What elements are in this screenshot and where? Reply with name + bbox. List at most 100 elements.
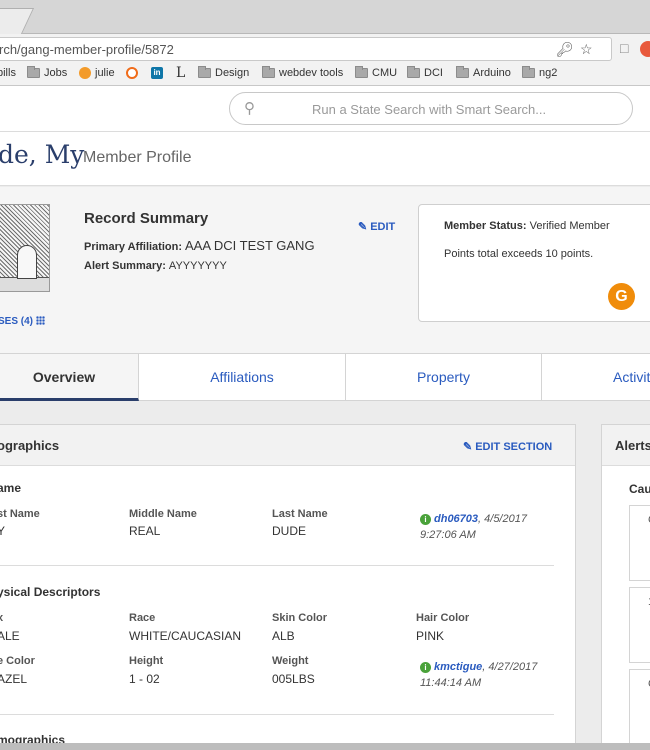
first-name-label: st Name: [0, 508, 40, 520]
folder-icon: [262, 66, 275, 78]
grid-icon: [36, 316, 46, 325]
height-value: 1 - 02: [129, 672, 160, 686]
name-audit-info: i dh06703, 4/5/2017 9:27:06 AM: [420, 513, 527, 541]
bookmark-orange[interactable]: [126, 67, 142, 79]
search-placeholder: Run a State Search with Smart Search...: [312, 102, 547, 117]
window-bottom-edge: [0, 743, 650, 750]
member-photo[interactable]: [0, 204, 50, 292]
weight-label: Weight: [272, 655, 309, 667]
alerts-header: Alerts: [602, 425, 650, 466]
bookmark-webdev-tools[interactable]: webdev tools: [262, 66, 343, 79]
bookmark-dci[interactable]: DCI: [407, 66, 443, 79]
page-subtitle: Member Profile: [83, 149, 192, 166]
middle-name-label: Middle Name: [129, 508, 197, 520]
folder-icon: [27, 66, 40, 78]
search-icon: ⚲: [244, 100, 255, 117]
tombstone-image: [17, 245, 37, 279]
tab-affiliations[interactable]: Affiliations: [139, 354, 346, 401]
linkedin-icon: in: [151, 67, 163, 79]
key-icon[interactable]: 🔑︎: [556, 41, 574, 58]
height-label: Height: [129, 655, 164, 667]
edit-summary-button[interactable]: ✎ EDIT: [358, 220, 395, 233]
orange-site-icon: [126, 67, 138, 79]
sex-label: x: [0, 612, 4, 624]
member-status: Member Status: Verified Member: [444, 220, 610, 232]
physical-descriptors-heading: ysical Descriptors: [0, 585, 101, 599]
last-name-label: Last Name: [272, 508, 328, 520]
member-name: de, My: [0, 140, 85, 169]
demographics-panel: ographics ✎ EDIT SECTION ame st Name Y Mi…: [0, 424, 576, 750]
middle-name-value: REAL: [129, 524, 161, 538]
weight-value: 005LBS: [272, 672, 315, 686]
bookmark-ng2[interactable]: ng2: [522, 66, 557, 79]
info-icon: i: [420, 514, 431, 525]
folder-icon: [522, 66, 535, 78]
hair-color-value: PINK: [416, 629, 445, 643]
alert-card[interactable]: 1: [629, 587, 650, 663]
extension-icon[interactable]: [640, 41, 650, 57]
smart-search-input[interactable]: ⚲ Run a State Search with Smart Search..…: [229, 92, 633, 125]
address-bar[interactable]: rch/gang-member-profile/5872 🔑︎ ☆: [0, 37, 612, 61]
hair-color-label: Hair Color: [416, 612, 470, 624]
folder-icon: [198, 66, 211, 78]
points-text: Points total exceeds 10 points.: [444, 248, 594, 260]
caution-heading: Cau: [629, 482, 650, 496]
record-summary-title: Record Summary: [84, 210, 209, 227]
gang-badge-icon: G: [608, 283, 635, 310]
bookmark-bills[interactable]: bills: [0, 67, 16, 79]
section-divider: [0, 565, 554, 566]
alert-card[interactable]: C: [629, 505, 650, 581]
bookmark-arduino[interactable]: Arduino: [456, 66, 511, 79]
eye-color-value: AZEL: [0, 672, 28, 686]
alert-summary: Alert Summary: AYYYYYYY: [84, 260, 227, 272]
record-summary-area: SES (4) Record Summary Primary Affiliati…: [0, 187, 650, 353]
images-link[interactable]: SES (4): [0, 316, 46, 327]
bookmark-julie[interactable]: julie: [79, 67, 115, 79]
app-header: ⚲ Run a State Search with Smart Search..…: [0, 86, 650, 132]
bookmark-star-icon[interactable]: ☆: [580, 41, 593, 58]
bookmark-l[interactable]: L: [176, 65, 185, 81]
bookmark-jobs[interactable]: Jobs: [27, 66, 67, 79]
info-icon: i: [420, 662, 431, 673]
browser-tab[interactable]: [0, 8, 35, 34]
folder-icon: [456, 66, 469, 78]
last-name-value: DUDE: [272, 524, 307, 538]
alerts-panel: Alerts Cau C 1 C: [601, 424, 650, 750]
bookmark-cmu[interactable]: CMU: [355, 66, 397, 79]
name-section-heading: ame: [0, 481, 22, 495]
race-value: WHITE/CAUCASIAN: [129, 629, 242, 643]
race-label: Race: [129, 612, 156, 624]
first-name-value: Y: [0, 524, 6, 538]
physical-audit-info: i kmctigue, 4/27/2017 11:44:14 AM: [420, 661, 538, 689]
tab-overview[interactable]: Overview: [0, 354, 139, 401]
skin-color-value: ALB: [272, 629, 295, 643]
primary-affiliation: Primary Affiliation: AAA DCI TEST GANG: [84, 238, 315, 253]
bookmark-linkedin[interactable]: in: [151, 67, 163, 79]
tab-property[interactable]: Property: [346, 354, 542, 401]
tab-activity[interactable]: Activit: [542, 354, 650, 401]
pencil-icon: ✎: [463, 441, 473, 453]
page-title-bar: de, My Member Profile: [0, 132, 650, 186]
bookmarks-bar: bills Jobs julie in L Design webdev tool…: [0, 64, 650, 86]
skin-color-label: Skin Color: [272, 612, 328, 624]
url-text: rch/gang-member-profile/5872: [0, 42, 174, 57]
julie-icon: [79, 67, 91, 79]
member-status-card: Member Status: Verified Member Points to…: [418, 204, 650, 322]
audit-user-link[interactable]: dh06703: [434, 513, 478, 525]
sex-value: ALE: [0, 629, 20, 643]
edit-section-button[interactable]: ✎ EDIT SECTION: [463, 440, 552, 453]
lock-extension-icon[interactable]: □: [620, 40, 628, 56]
bookmark-design[interactable]: Design: [198, 66, 249, 79]
section-divider: [0, 714, 554, 715]
pencil-icon: ✎: [358, 221, 368, 233]
audit-user-link[interactable]: kmctigue: [434, 661, 482, 673]
folder-icon: [355, 66, 368, 78]
demographics-title: ographics: [0, 438, 60, 453]
folder-icon: [407, 66, 420, 78]
browser-toolbar: rch/gang-member-profile/5872 🔑︎ ☆ □: [0, 34, 650, 64]
profile-tabs: Overview Affiliations Property Activit: [0, 353, 650, 401]
alert-card[interactable]: C: [629, 669, 650, 745]
alerts-title: Alerts: [615, 438, 650, 453]
demographics-header: ographics ✎ EDIT SECTION: [0, 425, 575, 466]
eye-color-label: e Color: [0, 655, 35, 667]
